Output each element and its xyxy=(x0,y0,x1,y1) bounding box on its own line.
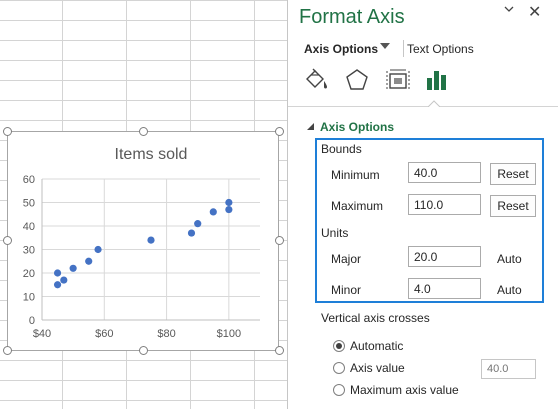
data-point[interactable] xyxy=(53,281,62,289)
radio-axis-value-label[interactable]: Axis value xyxy=(350,361,405,375)
resize-handle-bottom-left[interactable] xyxy=(3,346,12,355)
y-tick-label: 30 xyxy=(23,245,35,257)
data-point[interactable] xyxy=(225,198,233,207)
maximum-input[interactable] xyxy=(408,194,481,215)
tab-text-options[interactable]: Text Options xyxy=(407,42,474,56)
minor-auto-text[interactable]: Auto xyxy=(497,283,522,297)
y-tick-label: 50 xyxy=(23,198,35,210)
x-tick-label: $100 xyxy=(217,328,241,340)
data-point[interactable] xyxy=(60,276,68,284)
data-point[interactable] xyxy=(94,245,102,254)
y-tick-label: 40 xyxy=(23,221,35,233)
minor-label: Minor xyxy=(331,283,361,297)
resize-handle-top-middle[interactable] xyxy=(139,127,148,136)
major-label: Major xyxy=(331,252,361,266)
y-tick-label: 0 xyxy=(29,315,35,327)
data-point[interactable] xyxy=(85,257,93,265)
x-tick-label: $40 xyxy=(33,328,51,340)
section-title-axis-options[interactable]: Axis Options xyxy=(320,120,394,134)
major-input[interactable] xyxy=(408,246,481,267)
major-auto-text[interactable]: Auto xyxy=(497,252,522,266)
data-point[interactable] xyxy=(69,264,77,272)
chart-title[interactable]: Items sold xyxy=(115,146,188,163)
divider xyxy=(288,106,558,107)
maximum-label: Maximum xyxy=(331,199,383,213)
data-point[interactable] xyxy=(225,205,233,214)
data-point[interactable] xyxy=(147,236,155,244)
y-tick-label: 20 xyxy=(23,268,35,280)
effects-pentagon-icon[interactable] xyxy=(343,66,371,94)
x-tick-label: $80 xyxy=(157,328,175,340)
maximum-reset-button[interactable]: Reset xyxy=(490,195,536,217)
minor-label-text: Minor xyxy=(331,283,362,297)
maximum-label-text: Maximum xyxy=(331,199,384,213)
axis-value-input[interactable] xyxy=(481,359,536,379)
pane-title: Format Axis xyxy=(299,6,405,28)
data-point[interactable] xyxy=(53,269,62,277)
resize-handle-middle-right[interactable] xyxy=(275,236,284,245)
y-tick-label: 10 xyxy=(23,292,35,304)
minimum-label-text: Minimum xyxy=(331,168,380,182)
data-point[interactable] xyxy=(209,208,217,216)
active-tab-indicator xyxy=(428,100,440,112)
vertical-axis-crosses-label: Vertical axis crosses xyxy=(321,311,430,325)
worksheet-grid[interactable]: 0 10 20 30 40 50 60 $40 $60 $80 $100 Items sold xyxy=(0,0,287,409)
chevron-down-icon[interactable] xyxy=(504,4,514,17)
radio-axis-value[interactable] xyxy=(333,362,345,374)
resize-handle-bottom-right[interactable] xyxy=(275,346,284,355)
y-tick-label: 60 xyxy=(23,174,35,186)
resize-handle-bottom-middle[interactable] xyxy=(139,346,148,355)
x-tick-label: $60 xyxy=(95,328,113,340)
section-expand-icon[interactable] xyxy=(306,122,315,133)
bounds-label: Bounds xyxy=(321,142,362,156)
chart-area[interactable]: 0 10 20 30 40 50 60 $40 $60 $80 $100 Items sold xyxy=(7,131,279,351)
resize-handle-middle-left[interactable] xyxy=(3,236,12,245)
fill-line-icon[interactable] xyxy=(302,66,330,94)
resize-handle-top-left[interactable] xyxy=(3,127,12,136)
tab-divider xyxy=(403,40,404,57)
axis-options-bar-chart-icon[interactable] xyxy=(423,66,451,94)
radio-maximum-axis-value[interactable] xyxy=(333,384,345,396)
resize-handle-top-right[interactable] xyxy=(275,127,284,136)
radio-automatic[interactable] xyxy=(333,340,345,352)
minimum-reset-button[interactable]: Reset xyxy=(490,163,536,185)
close-icon[interactable]: ✕ xyxy=(528,2,541,22)
units-label: Units xyxy=(321,226,349,240)
caret-down-icon[interactable] xyxy=(380,42,390,53)
major-label-text: Major xyxy=(331,252,362,266)
data-point[interactable] xyxy=(194,220,202,228)
radio-maximum-axis-value-label[interactable]: Maximum axis value xyxy=(350,383,459,397)
scatter-chart: 0 10 20 30 40 50 60 $40 $60 $80 $100 Items sold xyxy=(23,146,260,340)
data-point[interactable] xyxy=(187,229,196,237)
size-properties-icon[interactable] xyxy=(384,66,412,94)
minimum-input[interactable] xyxy=(408,162,481,183)
radio-automatic-label[interactable]: Automatic xyxy=(350,339,403,353)
minor-input[interactable] xyxy=(408,278,481,299)
tab-axis-options[interactable]: Axis Options xyxy=(304,42,378,56)
minimum-label: Minimum xyxy=(331,168,380,182)
format-axis-pane: Format Axis ✕ Axis Options Text Options xyxy=(287,0,558,409)
